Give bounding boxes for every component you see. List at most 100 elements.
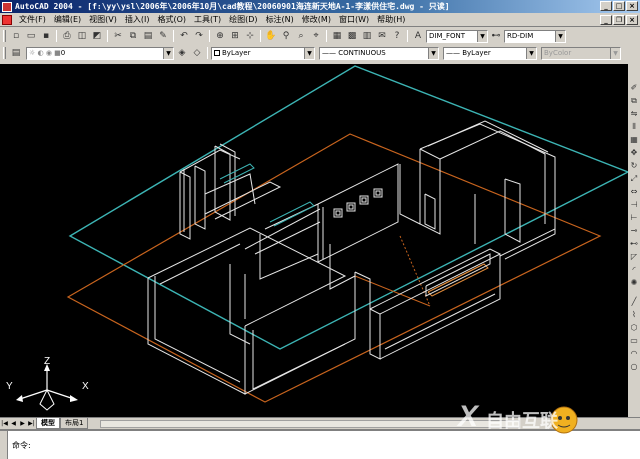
menu-window[interactable]: 窗口(W) (335, 14, 373, 25)
dim-style-icon[interactable]: ⊷ (489, 29, 503, 43)
paste-icon[interactable]: ▤ (141, 29, 155, 43)
stretch-icon[interactable]: ⇔ (629, 186, 640, 197)
layer-previous-icon[interactable]: ◇ (190, 46, 204, 60)
trim-icon[interactable]: ⊣ (629, 199, 640, 210)
document-icon[interactable] (2, 14, 12, 25)
break-icon[interactable]: ⊸ (629, 225, 640, 236)
modify-toolbar: ✐ ⧉ ⇋ ⫴ ▦ ✥ ↻ ⤢ ⇔ ⊣ ⊢ ⊸ ⊷ ◸ ◜ ✺ ╱ ⌇ ⬡ ▭ … (628, 64, 640, 417)
explode-icon[interactable]: ✺ (629, 277, 640, 288)
draw-polygon-icon[interactable]: ⬡ (629, 322, 640, 333)
zoom-realtime-icon[interactable]: ⚲ (279, 29, 293, 43)
menu-file[interactable]: 文件(F) (15, 14, 50, 25)
ucs-icon[interactable]: ⊹ (243, 29, 257, 43)
menu-format[interactable]: 格式(O) (153, 14, 190, 25)
toolbar-grip[interactable] (3, 30, 6, 42)
tab-model[interactable]: 模型 (36, 418, 60, 429)
help-icon[interactable]: ? (390, 29, 404, 43)
first-tab-icon[interactable]: |◀ (0, 419, 9, 429)
chevron-down-icon: ▼ (163, 47, 173, 59)
open-icon[interactable]: ▭ (24, 29, 38, 43)
hyperlink-icon[interactable]: ⊕ (213, 29, 227, 43)
draw-arc-icon[interactable]: ◠ (629, 348, 640, 359)
last-tab-icon[interactable]: ▶| (27, 419, 36, 429)
markup-icon[interactable]: ✉ (375, 29, 389, 43)
plotstyle-select[interactable]: ByColor ▼ (541, 46, 621, 60)
redo-icon[interactable]: ↷ (192, 29, 206, 43)
rotate-icon[interactable]: ↻ (629, 160, 640, 171)
layer-select[interactable]: ☼ ◐ ◉ ■ 0 ▼ (26, 46, 174, 60)
draw-circle-icon[interactable]: ○ (629, 361, 640, 372)
color-swatch (214, 50, 220, 56)
tracking-icon[interactable]: ⊞ (228, 29, 242, 43)
match-properties-icon[interactable]: ✎ (156, 29, 170, 43)
design-center-icon[interactable]: ▩ (345, 29, 359, 43)
pan-icon[interactable]: ✋ (264, 29, 278, 43)
drawing-canvas[interactable]: Z Y X (0, 64, 628, 417)
cyan-details (219, 163, 315, 227)
mirror-icon[interactable]: ⇋ (629, 108, 640, 119)
zoom-window-icon[interactable]: ⌕ (294, 29, 308, 43)
tab-layout1[interactable]: 布局1 (60, 418, 89, 429)
menu-edit[interactable]: 编辑(E) (50, 14, 85, 25)
text-style-select[interactable]: DIM_FONT ▼ (426, 29, 488, 43)
tool-palettes-icon[interactable]: ▥ (360, 29, 374, 43)
save-icon[interactable]: ▪ (39, 29, 53, 43)
erase-icon[interactable]: ✐ (629, 82, 640, 93)
maximize-button[interactable]: □ (613, 1, 625, 11)
chevron-down-icon: ▼ (477, 30, 487, 42)
layer-state-icons: ☼ ◐ ◉ ■ (29, 49, 61, 57)
draw-line-icon[interactable]: ╱ (629, 296, 640, 307)
menu-help[interactable]: 帮助(H) (373, 14, 409, 25)
copy-icon[interactable]: ⧉ (126, 29, 140, 43)
menu-draw[interactable]: 绘图(D) (225, 14, 261, 25)
cut-icon[interactable]: ✂ (111, 29, 125, 43)
doc-minimize-button[interactable]: _ (600, 15, 612, 25)
properties-icon[interactable]: ▦ (330, 29, 344, 43)
prev-tab-icon[interactable]: ◀ (9, 419, 18, 429)
make-current-layer-icon[interactable]: ◈ (175, 46, 189, 60)
dim-style-select[interactable]: RD-DIM ▼ (504, 29, 566, 43)
draw-rectangle-icon[interactable]: ▭ (629, 335, 640, 346)
extend-icon[interactable]: ⊢ (629, 212, 640, 223)
chevron-down-icon: ▼ (555, 30, 565, 42)
zoom-previous-icon[interactable]: ⌖ (309, 29, 323, 43)
menu-tools[interactable]: 工具(T) (190, 14, 225, 25)
close-button[interactable]: × (626, 1, 638, 11)
copy-object-icon[interactable]: ⧉ (629, 95, 640, 106)
lineweight-select[interactable]: —— ByLayer ▼ (443, 46, 537, 60)
print-icon[interactable]: ⎙ (60, 29, 74, 43)
fillet-icon[interactable]: ◜ (629, 264, 640, 275)
text-style-icon[interactable]: A (411, 29, 425, 43)
offset-icon[interactable]: ⫴ (629, 121, 640, 132)
break-at-point-icon[interactable]: ⊷ (629, 238, 640, 249)
command-scrollbar[interactable] (0, 431, 8, 459)
color-select[interactable]: ByLayer ▼ (211, 46, 315, 60)
doc-restore-button[interactable]: ❐ (613, 15, 625, 25)
undo-icon[interactable]: ↶ (177, 29, 191, 43)
ucs-axes-icon: Z Y X (6, 356, 89, 411)
doc-close-button[interactable]: × (626, 15, 638, 25)
walls-wireframe (147, 120, 556, 395)
menu-insert[interactable]: 插入(I) (121, 14, 154, 25)
autocad-app-icon[interactable] (2, 1, 12, 12)
minimize-button[interactable]: _ (600, 1, 612, 11)
menu-view[interactable]: 视图(V) (85, 14, 121, 25)
chamfer-icon[interactable]: ◸ (629, 251, 640, 262)
menu-modify[interactable]: 修改(M) (298, 14, 335, 25)
window-title: AutoCAD 2004 - [f:\yy\ysl\2006年\2006年10月… (15, 2, 450, 11)
move-icon[interactable]: ✥ (629, 147, 640, 158)
scale-icon[interactable]: ⤢ (629, 173, 640, 184)
draw-polyline-icon[interactable]: ⌇ (629, 309, 640, 320)
window-openings (333, 188, 383, 218)
chevron-down-icon: ▼ (526, 47, 536, 59)
properties-toolbar: ▤ ☼ ◐ ◉ ■ 0 ▼ ◈ ◇ ByLayer ▼ —— CONTINUOU… (0, 45, 640, 61)
publish-icon[interactable]: ◩ (90, 29, 104, 43)
toolbar-grip[interactable] (3, 47, 6, 59)
menu-dimension[interactable]: 标注(N) (262, 14, 298, 25)
preview-icon[interactable]: ◫ (75, 29, 89, 43)
linetype-select[interactable]: —— CONTINUOUS ▼ (319, 46, 439, 60)
new-icon[interactable]: ▫ (9, 29, 23, 43)
next-tab-icon[interactable]: ▶ (18, 419, 27, 429)
layer-manager-icon[interactable]: ▤ (9, 46, 23, 60)
array-icon[interactable]: ▦ (629, 134, 640, 145)
